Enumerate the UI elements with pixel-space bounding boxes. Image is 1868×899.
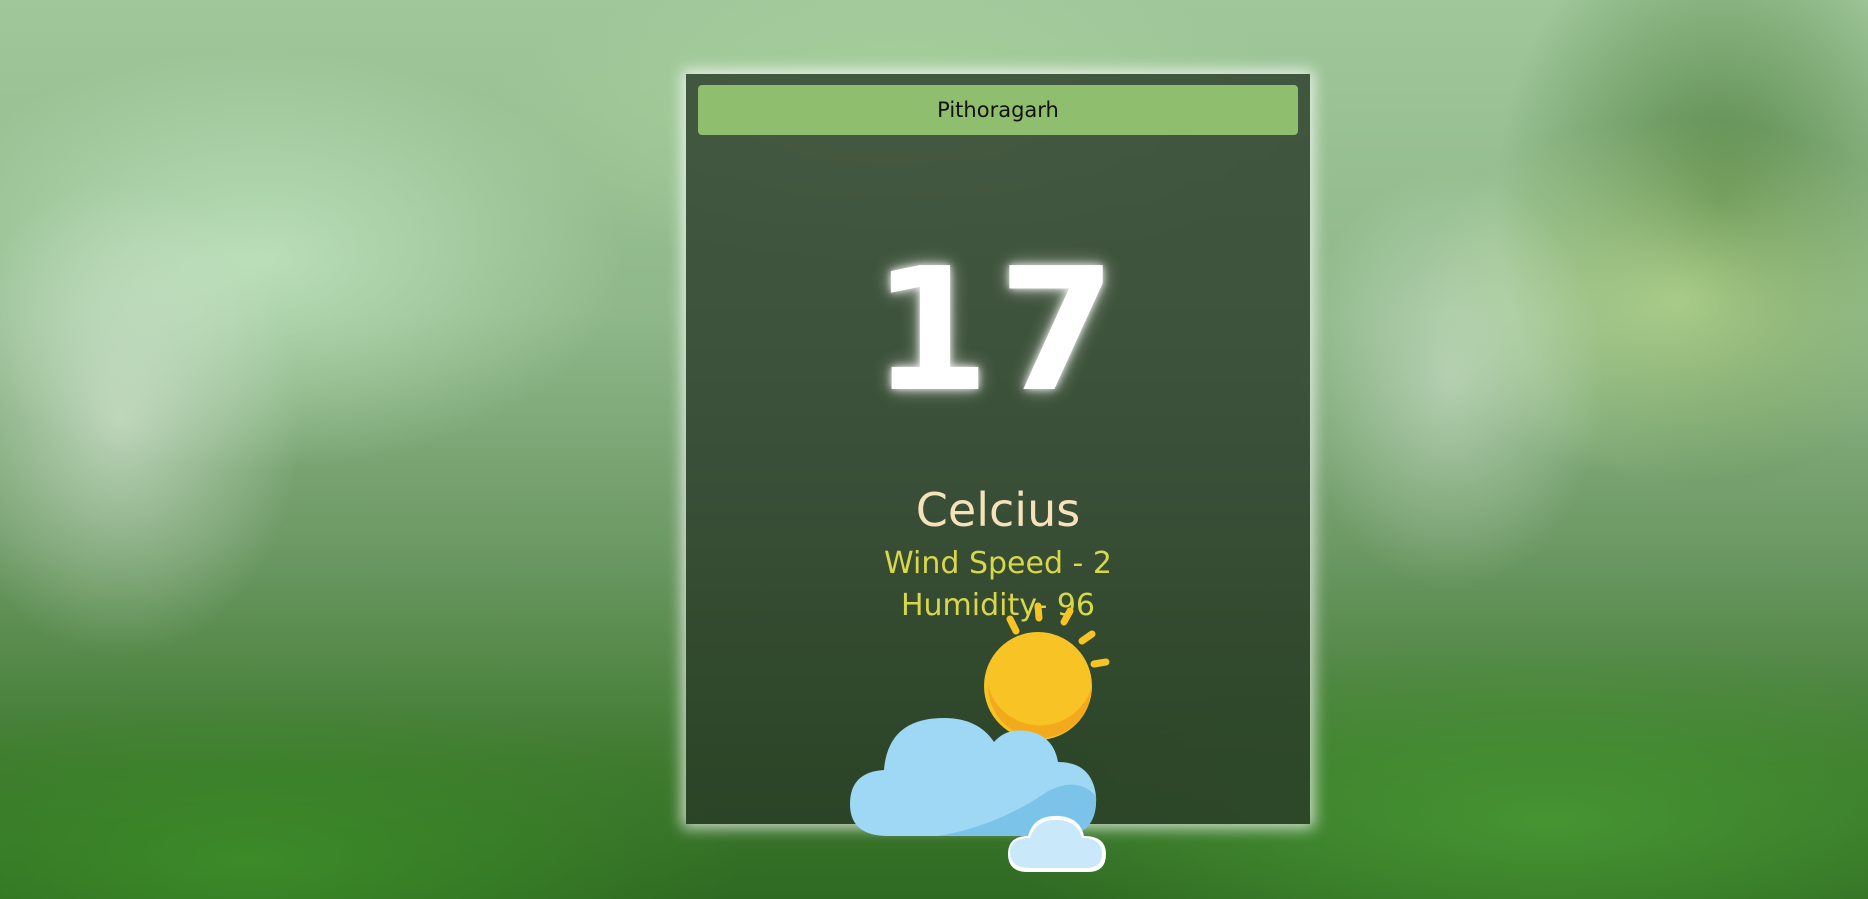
temperature-unit: Celcius bbox=[915, 483, 1081, 537]
temperature-value: 17 bbox=[871, 232, 1125, 430]
weather-card: 17 Celcius Wind Speed - 2 Humidity- 96 bbox=[686, 74, 1310, 872]
partly-cloudy-icon bbox=[850, 602, 1110, 872]
city-input[interactable] bbox=[698, 85, 1298, 135]
wind-speed: Wind Speed - 2 bbox=[884, 546, 1112, 581]
